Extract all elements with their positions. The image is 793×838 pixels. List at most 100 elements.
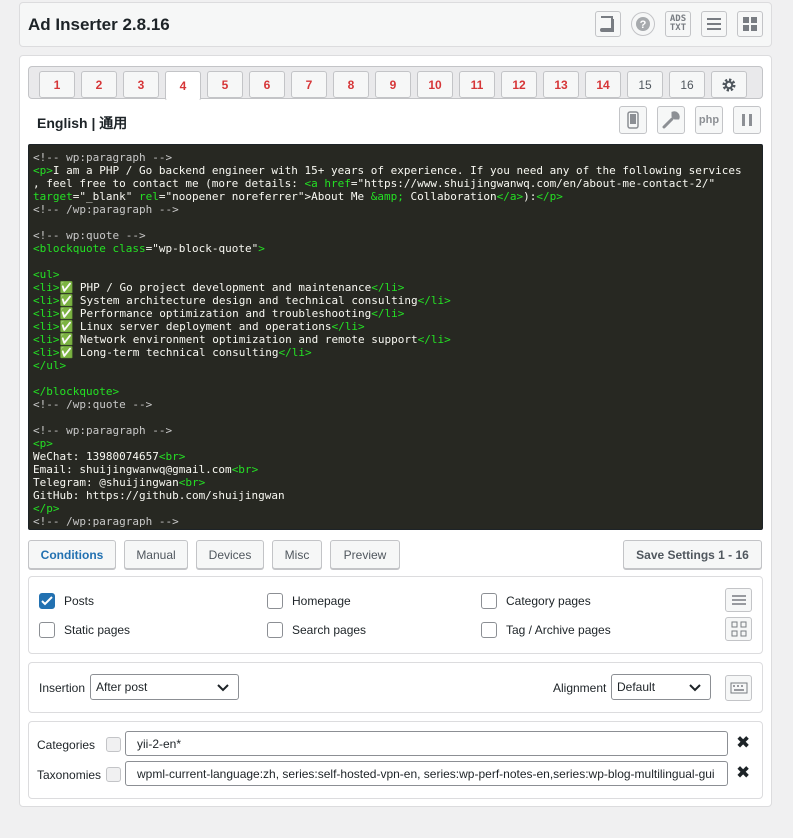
alignment-value: Default [617, 680, 656, 694]
code-line: </blockquote> [33, 385, 120, 398]
tab-11[interactable]: 11 [459, 71, 495, 98]
txt-label: TXT [669, 23, 687, 33]
tag-archive-pages-checkbox[interactable]: Tag / Archive pages [481, 622, 611, 638]
title-bar: Ad Inserter 2.8.16 ? ADS TXT [19, 2, 772, 47]
tab-16[interactable]: 16 [669, 71, 705, 98]
code-line: <li>✅ System architecture design and tec… [33, 294, 451, 307]
code-line: <!-- /wp:paragraph --> [33, 203, 179, 216]
checkbox-box [39, 622, 55, 638]
posts-label: Posts [64, 594, 95, 608]
taxonomies-clear-icon[interactable]: ✖ [736, 763, 750, 783]
tab-12[interactable]: 12 [501, 71, 537, 98]
categories-clear-icon[interactable]: ✖ [736, 733, 750, 753]
lists-panel: Categories yii-2-en* ✖ Taxonomies wpml-c… [28, 721, 763, 799]
php-toggle[interactable]: php [695, 106, 723, 134]
mobile-device-icon[interactable] [619, 106, 647, 134]
tab-4[interactable]: 4 [165, 71, 201, 101]
search-pages-label: Search pages [292, 623, 367, 637]
tab-10[interactable]: 10 [417, 71, 453, 98]
search-pages-checkbox[interactable]: Search pages [267, 622, 366, 638]
misc-button[interactable]: Misc [272, 540, 322, 569]
insertion-select[interactable]: After post [90, 674, 239, 700]
checkbox-box [267, 622, 283, 638]
categories-input[interactable]: yii-2-en* [125, 731, 728, 756]
code-line: </ul> [33, 359, 67, 372]
list-view-icon[interactable] [725, 588, 752, 612]
code-editor[interactable]: <!-- wp:paragraph --> <p>I am a PHP / Go … [28, 144, 763, 530]
tab-6[interactable]: 6 [249, 71, 285, 98]
code-line: <li>✅ PHP / Go project development and m… [33, 281, 405, 294]
code-line: WeChat: 13980074657<br> [33, 450, 186, 463]
code-line: <li>✅ Performance optimization and troub… [33, 307, 405, 320]
static-pages-label: Static pages [64, 623, 131, 637]
code-line: <!-- wp:paragraph --> [33, 424, 173, 437]
code-line: ​ [33, 255, 758, 268]
code-line: ​ [33, 216, 758, 229]
ads-txt-icon[interactable]: ADS TXT [665, 11, 691, 37]
checkbox-box [481, 593, 497, 609]
save-settings-button[interactable]: Save Settings 1 - 16 [623, 540, 762, 569]
tab-5[interactable]: 5 [207, 71, 243, 98]
tab-2[interactable]: 2 [81, 71, 117, 98]
list-icon[interactable] [701, 11, 727, 37]
code-line: <!-- wp:paragraph --> [33, 151, 173, 164]
grid-icon[interactable] [737, 11, 763, 37]
taxonomies-label: Taxonomies [37, 768, 102, 782]
code-line: Email: shuijingwanwq@gmail.com<br> [33, 463, 259, 476]
homepage-checkbox[interactable]: Homepage [267, 593, 351, 609]
tab-15[interactable]: 15 [627, 71, 663, 98]
pause-icon[interactable] [733, 106, 761, 134]
tab-3[interactable]: 3 [123, 71, 159, 98]
grid-view-icon[interactable] [725, 617, 752, 641]
taxonomies-input[interactable]: wpml-current-language:zh, series:self-ho… [125, 761, 728, 786]
block-name[interactable]: English | 通用 [37, 113, 127, 133]
homepage-label: Homepage [292, 594, 351, 608]
insertion-panel: Insertion After post Alignment Default [28, 662, 763, 713]
chevron-down-icon [217, 684, 229, 692]
checkbox-box [481, 622, 497, 638]
code-line: <li>✅ Network environment optimization a… [33, 333, 451, 346]
conditions-button[interactable]: Conditions [28, 540, 116, 569]
posts-checkbox[interactable]: Posts [39, 593, 94, 609]
static-pages-checkbox[interactable]: Static pages [39, 622, 130, 638]
code-line: <!-- /wp:quote --> [33, 398, 153, 411]
code-line: <blockquote class="wp-block-quote"> [33, 242, 265, 255]
code-line: target="_blank" rel="noopener noreferrer… [33, 190, 563, 203]
block-settings-panel: 1 2 3 4 5 6 7 8 9 10 11 12 13 14 15 16 English | 通用 php… [19, 55, 772, 807]
wrench-icon[interactable] [657, 106, 685, 134]
code-line: <!-- /wp:paragraph --> [33, 515, 179, 528]
code-line: <li>✅ Long-term technical consulting</li… [33, 346, 312, 359]
svg-text:?: ? [640, 19, 647, 31]
settings-tab[interactable] [711, 71, 747, 98]
tab-9[interactable]: 9 [375, 71, 411, 98]
categories-checkbox[interactable] [106, 737, 121, 752]
code-line: <p>I am a PHP / Go backend engineer with… [33, 164, 742, 177]
tab-13[interactable]: 13 [543, 71, 579, 98]
check-icon [39, 593, 55, 609]
code-line: GitHub: https://github.com/shuijingwan [33, 489, 285, 502]
alignment-select[interactable]: Default [611, 674, 711, 700]
code-line: <p> [33, 437, 53, 450]
conditions-panel: Posts Homepage Category pages Static pag… [28, 576, 763, 654]
tab-1[interactable]: 1 [39, 71, 75, 98]
checkbox-box [267, 593, 283, 609]
tab-7[interactable]: 7 [291, 71, 327, 98]
book-icon[interactable] [595, 11, 621, 37]
preview-button[interactable]: Preview [330, 540, 400, 569]
keyboard-icon[interactable] [725, 675, 752, 701]
insertion-label: Insertion [39, 681, 86, 695]
code-line: ​ [33, 372, 758, 385]
tab-8[interactable]: 8 [333, 71, 369, 98]
gear-icon [722, 78, 736, 91]
tab-14[interactable]: 14 [585, 71, 621, 98]
code-line: , feel free to contact me (more details:… [33, 177, 716, 190]
devices-button[interactable]: Devices [196, 540, 264, 569]
category-pages-checkbox[interactable]: Category pages [481, 593, 591, 609]
taxonomies-checkbox[interactable] [106, 767, 121, 782]
code-line: <li>✅ Linux server deployment and operat… [33, 320, 365, 333]
manual-button[interactable]: Manual [124, 540, 188, 569]
chevron-down-icon [689, 684, 701, 692]
code-line: </p> [33, 502, 60, 515]
help-icon[interactable]: ? [631, 12, 655, 36]
code-line: <ul> [33, 268, 60, 281]
